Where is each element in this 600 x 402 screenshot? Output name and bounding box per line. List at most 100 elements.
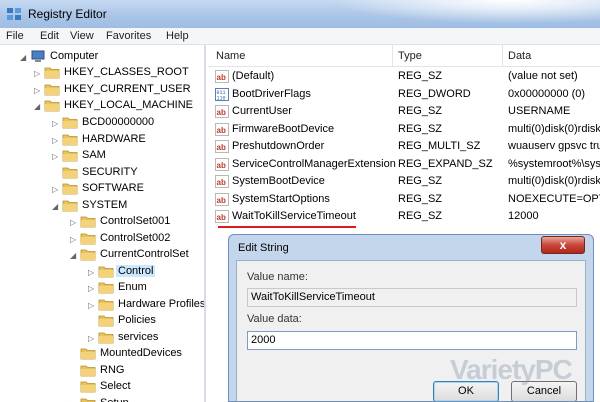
tree-item-label: SOFTWARE [82, 182, 144, 194]
column-separator[interactable] [502, 45, 503, 67]
column-data-header[interactable]: Data [508, 50, 531, 62]
menu-view[interactable]: View [70, 30, 94, 42]
tree-item-label: BCD00000000 [82, 116, 155, 128]
value-name-field: WaitToKillServiceTimeout [247, 288, 577, 307]
expander-icon[interactable]: ▷ [34, 86, 43, 95]
folder-icon [44, 67, 60, 79]
column-type-header[interactable]: Type [398, 50, 422, 62]
tree-item-label: MountedDevices [100, 347, 182, 359]
dialog-title: Edit String [238, 242, 289, 254]
tree-item-label: Enum [118, 281, 147, 293]
computer-icon [31, 50, 45, 62]
folder-icon [80, 365, 96, 377]
value-row[interactable]: ab (Default) REG_SZ (value not set) [208, 68, 600, 86]
expander-icon[interactable]: ▷ [34, 69, 43, 78]
value-type: REG_SZ [398, 122, 443, 135]
tree-item-label: HKEY_CURRENT_USER [64, 83, 191, 95]
expander-icon[interactable]: ▷ [70, 235, 79, 244]
value-type: REG_SZ [398, 210, 443, 222]
value-name: SystemStartOptions [232, 192, 330, 205]
folder-icon [80, 233, 96, 245]
value-name: SystemBootDevice [232, 175, 325, 187]
expander-icon[interactable]: ◢ [70, 251, 79, 260]
tree-item-label: SAM [82, 149, 106, 161]
expander-icon[interactable]: ▷ [52, 152, 61, 161]
svg-text:ab: ab [217, 196, 226, 205]
list-header: Name Type Data [208, 45, 600, 67]
tree-item-label: Control [116, 265, 156, 277]
folder-icon [98, 266, 114, 278]
folder-icon [80, 348, 96, 360]
folder-icon [62, 117, 78, 129]
expander-icon[interactable]: ▷ [88, 284, 97, 293]
tree-item-label: SECURITY [82, 166, 138, 178]
expander-icon[interactable]: ▷ [52, 136, 61, 145]
tree-item-label: HARDWARE [82, 133, 146, 145]
value-row[interactable]: 011 110 BootDriverFlags REG_DWORD 0x00000000… [208, 86, 600, 104]
value-name: (Default) [232, 70, 275, 82]
folder-icon [80, 381, 96, 393]
svg-text:ab: ab [217, 178, 226, 187]
value-row[interactable]: ab ServiceControlManagerExtension REG_EXPA… [208, 156, 600, 174]
column-separator[interactable] [392, 45, 393, 67]
svg-text:ab: ab [217, 161, 226, 170]
value-data: 0x00000000 (0) [508, 87, 586, 100]
value-data: NOEXECUTE=OPT [508, 192, 600, 205]
expander-icon[interactable]: ◢ [20, 53, 29, 62]
registry-tree[interactable]: ◢ Computer ▷ HKEY_CLASSES_ROOT ▷ HKEY_CURRENT… [0, 45, 206, 402]
value-type: REG_SZ [398, 70, 443, 82]
title-bar[interactable]: Registry Editor [0, 0, 600, 28]
expander-icon[interactable]: ▷ [88, 334, 97, 343]
tree-item-label: services [118, 331, 159, 343]
highlight-underline [218, 226, 356, 228]
value-name-label: Value name: [247, 271, 308, 283]
string-value-icon: ab [215, 105, 229, 118]
folder-icon [98, 299, 114, 311]
menu-help[interactable]: Help [166, 30, 189, 42]
value-type: REG_MULTI_SZ [398, 140, 481, 152]
menu-edit[interactable]: Edit [40, 30, 59, 42]
tree-item-label: Policies [118, 314, 156, 326]
tree-item-label: HKEY_LOCAL_MACHINE [64, 99, 193, 111]
tree-item-label: ControlSet001 [100, 215, 171, 227]
value-data-input[interactable]: 2000 [247, 331, 577, 350]
folder-icon [98, 282, 114, 294]
string-value-icon: ab [215, 70, 229, 83]
folder-icon [44, 100, 60, 112]
column-name-header[interactable]: Name [216, 50, 245, 62]
watermark-logo: VarietyPC [450, 354, 573, 385]
expander-icon[interactable]: ▷ [70, 218, 79, 227]
expander-icon[interactable]: ◢ [34, 102, 43, 111]
menu-file[interactable]: File [6, 30, 24, 42]
value-name: FirmwareBootDevice [232, 122, 335, 135]
menu-bar: File Edit View Favorites Help [0, 28, 600, 45]
window-title: Registry Editor [28, 7, 107, 21]
svg-text:ab: ab [217, 143, 226, 152]
tree-item-label: Computer [50, 50, 99, 62]
value-row[interactable]: ab CurrentUser REG_SZ USERNAME [208, 103, 600, 121]
folder-icon [98, 332, 114, 344]
value-name: BootDriverFlags [232, 87, 311, 100]
expander-icon[interactable]: ◢ [52, 202, 61, 211]
close-button[interactable]: x [541, 236, 585, 254]
svg-text:ab: ab [217, 213, 226, 222]
value-data: multi(0)disk(0)rdisk [508, 122, 600, 135]
value-name: PreshutdownOrder [232, 140, 325, 152]
value-row[interactable]: ab PreshutdownOrder REG_MULTI_SZ wuauserv g… [208, 138, 600, 156]
value-data: multi(0)disk(0)rdisk [508, 175, 600, 187]
folder-icon [44, 84, 60, 96]
folder-icon [62, 183, 78, 195]
value-row[interactable]: ab FirmwareBootDevice REG_SZ multi(0)disk(0… [208, 121, 600, 139]
svg-text:ab: ab [217, 73, 226, 82]
value-row[interactable]: ab SystemBootDevice REG_SZ multi(0)disk(0)r… [208, 173, 600, 191]
menu-favorites[interactable]: Favorites [106, 30, 151, 42]
expander-icon[interactable]: ▷ [52, 119, 61, 128]
value-name: WaitToKillServiceTimeout [232, 210, 356, 222]
expander-icon[interactable]: ▷ [52, 185, 61, 194]
value-row[interactable]: ab WaitToKillServiceTimeout REG_SZ 12000 [208, 208, 600, 226]
expander-icon[interactable]: ▷ [88, 268, 97, 277]
tree-item-label: ControlSet002 [100, 232, 171, 244]
tree-item-label: Select [100, 380, 131, 392]
expander-icon[interactable]: ▷ [88, 301, 97, 310]
value-row[interactable]: ab SystemStartOptions REG_SZ NOEXECUTE=OPT [208, 191, 600, 209]
